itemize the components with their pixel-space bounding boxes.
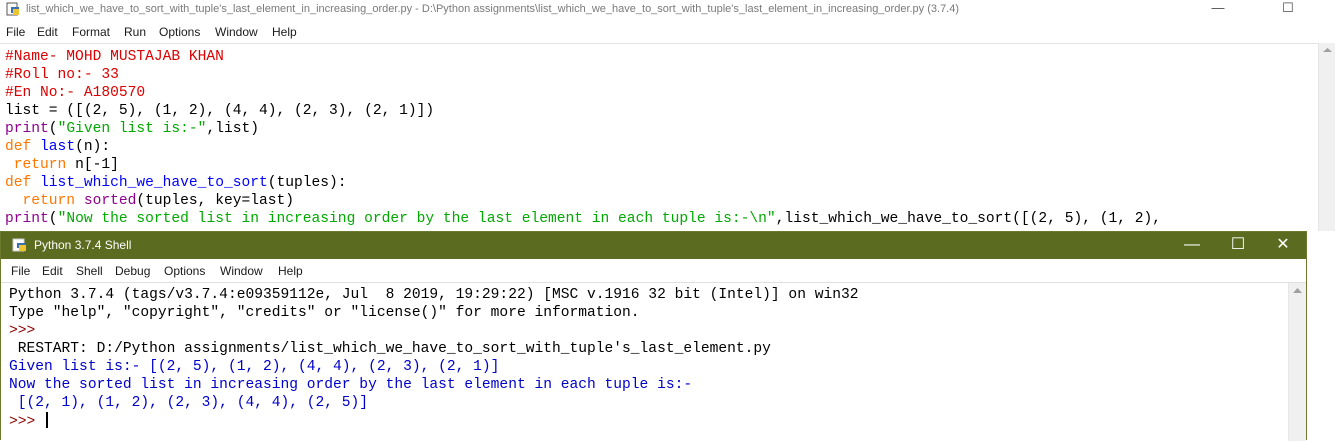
shell-menu-help[interactable]: Help [278,264,303,278]
editor-window-title: list_which_we_have_to_sort_with_tuple's_… [26,3,960,15]
code-string: "Now the sorted list in increasing order… [57,211,776,227]
menu-format[interactable]: Format [72,25,110,39]
shell-prompt: >>> [9,414,45,430]
menu-window[interactable]: Window [215,25,258,39]
code-keyword-def: def [5,175,32,191]
editor-menubar: File Edit Format Run Options Window Help [0,22,1335,42]
code-print-call: print [5,121,49,137]
python-file-icon [6,2,19,16]
code-text: #Name- MOHD MUSTAJAB KHAN #Roll no:- 33 … [5,49,1162,227]
shell-console[interactable]: Python 3.7.4 (tags/v3.7.4:e09359112e, Ju… [1,283,1288,441]
code-return-expr: n[-1] [66,157,119,173]
shell-titlebar[interactable]: Python 3.7.4 Shell — ☐ ✕ [1,232,1306,259]
code-function-name: last [40,139,76,155]
shell-window-title: Python 3.7.4 Shell [34,238,132,252]
code-line-2: #Roll no:- 33 [5,67,119,83]
code-string: "Given list is:-" [57,121,207,137]
menu-run[interactable]: Run [124,25,146,39]
code-params: (n): [75,139,111,155]
shell-menu-window[interactable]: Window [220,264,263,278]
shell-menubar: File Edit Shell Debug Options Window Hel… [1,259,1306,283]
shell-stdout-line: [(2, 1), (1, 2), (2, 3), (4, 4), (2, 5)] [9,395,369,411]
python-shell-window: Python 3.7.4 Shell — ☐ ✕ File Edit Shell… [0,231,1307,441]
shell-menu-shell[interactable]: Shell [76,264,103,278]
code-sorted-args: (tuples, key=last) [136,193,295,209]
shell-banner-line-2: Type "help", "copyright", "credits" or "… [9,305,640,321]
code-line-3: #En No:- A180570 [5,85,146,101]
shell-minimize-button[interactable]: — [1169,232,1215,259]
text-cursor [46,412,49,428]
code-args: ,list_which_we_have_to_sort([(2, 5), (1,… [775,211,1162,227]
code-keyword-def: def [5,139,32,155]
scroll-up-arrow-icon[interactable] [1289,283,1306,297]
code-function-name: list_which_we_have_to_sort [40,175,268,191]
shell-menu-edit[interactable]: Edit [42,264,63,278]
shell-banner-line-1: Python 3.7.4 (tags/v3.7.4:e09359112e, Ju… [9,287,859,303]
shell-restart-line: RESTART: D:/Python assignments/list_whic… [9,341,771,357]
shell-close-button[interactable]: ✕ [1260,232,1306,259]
python-shell-icon [12,238,26,252]
code-sorted-call: sorted [83,193,137,209]
shell-menu-options[interactable]: Options [164,264,205,278]
shell-stdout-line: Now the sorted list in increasing order … [9,377,693,393]
code-print-call: print [5,211,49,227]
idle-editor-window: list_which_we_have_to_sort_with_tuple's_… [0,0,1335,441]
menu-help[interactable]: Help [272,25,297,39]
code-args: ,list) [206,121,259,137]
menu-options[interactable]: Options [159,25,200,39]
shell-maximize-button[interactable]: ☐ [1215,232,1261,259]
code-line-1: #Name- MOHD MUSTAJAB KHAN [5,49,224,65]
code-editor[interactable]: #Name- MOHD MUSTAJAB KHAN #Roll no:- 33 … [0,43,1335,229]
maximize-button[interactable]: ☐ [1265,0,1311,18]
shell-prompt: >>> [9,323,45,339]
shell-menu-file[interactable]: File [11,264,30,278]
shell-output: Python 3.7.4 (tags/v3.7.4:e09359112e, Ju… [9,286,859,431]
shell-stdout-line: Given list is:- [(2, 5), (1, 2), (4, 4),… [9,359,500,375]
code-keyword-return: return [22,193,76,209]
shell-vertical-scrollbar[interactable] [1288,283,1306,441]
menu-edit[interactable]: Edit [37,25,58,39]
shell-menu-debug[interactable]: Debug [115,264,150,278]
editor-vertical-scrollbar[interactable] [1318,43,1335,231]
editor-titlebar[interactable]: list_which_we_have_to_sort_with_tuple's_… [0,0,1335,22]
code-keyword-return: return [13,157,67,173]
scroll-up-arrow-icon[interactable] [1319,44,1335,56]
minimize-button[interactable]: — [1195,0,1241,18]
menu-file[interactable]: File [6,25,25,39]
code-params: (tuples): [267,175,347,191]
code-line-4: list = ([(2, 5), (1, 2), (4, 4), (2, 3),… [5,103,435,119]
